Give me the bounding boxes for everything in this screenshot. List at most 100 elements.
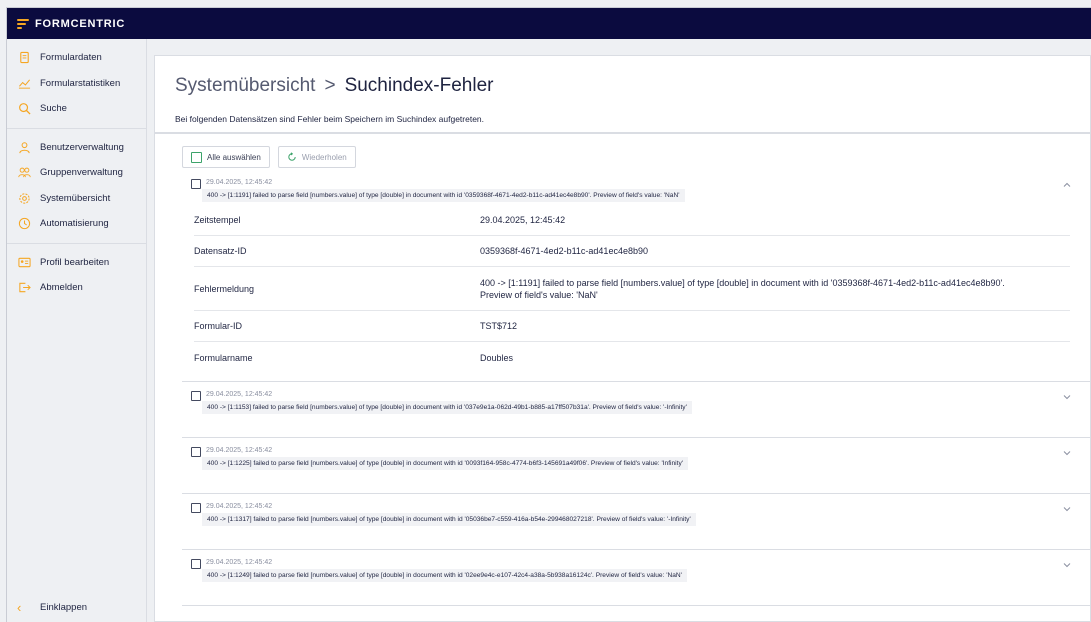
brand-name: FORMCENTRIC bbox=[35, 17, 126, 30]
page-subtitle: Bei folgenden Datensätzen sind Fehler be… bbox=[175, 114, 485, 124]
sidebar-item-label: Abmelden bbox=[40, 282, 83, 294]
error-entry-header[interactable]: 29.04.2025, 12:45:42 400 -> [1:1317] fai… bbox=[182, 494, 1090, 549]
error-entry-header[interactable]: 29.04.2025, 12:45:42 400 -> [1:1249] fai… bbox=[182, 550, 1090, 605]
gear-icon bbox=[17, 191, 31, 205]
detail-value: TST$712 bbox=[480, 321, 518, 331]
page-title-text: Suchindex-Fehler bbox=[344, 75, 494, 96]
sidebar: Formulardaten Formularstatistiken Suche bbox=[7, 39, 147, 622]
retry-label: Wiederholen bbox=[301, 152, 347, 162]
entry-message: 400 -> [1:1225] failed to parse field [n… bbox=[202, 457, 689, 470]
detail-row-form-id: Formular-ID TST$712 bbox=[194, 311, 1070, 342]
entry-message: 400 -> [1:1153] failed to parse field [n… bbox=[202, 401, 692, 414]
sidebar-item-label: Systemübersicht bbox=[40, 192, 111, 204]
detail-value: 29.04.2025, 12:45:42 bbox=[480, 215, 566, 225]
entry-checkbox[interactable] bbox=[191, 447, 201, 457]
logout-icon bbox=[17, 281, 31, 295]
refresh-icon bbox=[288, 152, 296, 161]
detail-row-timestamp: Zeitstempel 29.04.2025, 12:45:42 bbox=[194, 205, 1070, 236]
chevron-down-icon[interactable] bbox=[1062, 448, 1072, 458]
sidebar-item-label: Formularstatistiken bbox=[40, 77, 121, 89]
top-bar: FORMCENTRIC bbox=[7, 8, 1091, 39]
logo-mark-icon bbox=[17, 18, 29, 30]
page-title: Systemübersicht > Suchindex-Fehler bbox=[175, 75, 1090, 97]
entry-checkbox[interactable] bbox=[191, 391, 201, 401]
search-icon bbox=[17, 102, 31, 116]
chevron-down-icon[interactable] bbox=[1062, 392, 1072, 402]
entry-checkbox[interactable] bbox=[191, 559, 201, 569]
select-all-label: Alle auswählen bbox=[207, 152, 261, 162]
detail-label: Fehlermeldung bbox=[194, 283, 255, 294]
detail-value-line: 400 -> [1:1191] failed to parse field [n… bbox=[480, 277, 1005, 288]
entry-timestamp: 29.04.2025, 12:45:42 bbox=[206, 559, 273, 566]
detail-label: Datensatz-ID bbox=[194, 246, 247, 256]
nav-group-admin: Benutzerverwaltung Gruppenverwaltung Sys… bbox=[7, 129, 146, 244]
detail-value: 0359368f-4671-4ed2-b11c-ad41ec4e8b90 bbox=[480, 246, 648, 256]
chevron-down-icon[interactable] bbox=[1062, 504, 1072, 514]
error-entry: 29.04.2025, 12:45:42 400 -> [1:1153] fai… bbox=[182, 382, 1090, 438]
app-frame: FORMCENTRIC Formulardaten Formularstatis… bbox=[6, 7, 1091, 622]
error-entry: 29.04.2025, 12:45:42 400 -> [1:1225] fai… bbox=[182, 438, 1090, 494]
retry-button[interactable]: Wiederholen bbox=[277, 146, 356, 168]
entry-timestamp: 29.04.2025, 12:45:42 bbox=[206, 179, 273, 186]
entry-message: 400 -> [1:1249] failed to parse field [n… bbox=[202, 569, 687, 582]
sidebar-item-label: Automatisierung bbox=[40, 218, 109, 230]
entry-checkbox[interactable] bbox=[191, 179, 201, 189]
page-header: Systemübersicht > Suchindex-Fehler Bei f… bbox=[155, 56, 1090, 134]
detail-row-error-message: Fehlermeldung 400 -> [1:1191] failed to … bbox=[194, 267, 1070, 311]
entry-checkbox[interactable] bbox=[191, 503, 201, 513]
error-details: Zeitstempel 29.04.2025, 12:45:42 Datensa… bbox=[182, 205, 1090, 381]
sidebar-item-suche[interactable]: Suche bbox=[7, 96, 146, 122]
entry-timestamp: 29.04.2025, 12:45:42 bbox=[206, 391, 273, 398]
nav-group-forms: Formulardaten Formularstatistiken Suche bbox=[7, 39, 146, 129]
collapse-sidebar-button[interactable]: ‹ Einklappen bbox=[7, 596, 146, 618]
sidebar-item-label: Benutzerverwaltung bbox=[40, 141, 124, 153]
sidebar-item-benutzerverwaltung[interactable]: Benutzerverwaltung bbox=[7, 135, 146, 161]
detail-row-form-name: Formularname Doubles bbox=[194, 342, 1070, 373]
nav-group-profile: Profil bearbeiten Abmelden bbox=[7, 244, 146, 307]
group-icon bbox=[17, 166, 31, 180]
error-entry-header[interactable]: 29.04.2025, 12:45:42 400 -> [1:1225] fai… bbox=[182, 438, 1090, 493]
error-entry: 29.04.2025, 12:45:42 400 -> [1:1317] fai… bbox=[182, 494, 1090, 550]
detail-label: Formularname bbox=[194, 352, 253, 363]
breadcrumb-systemuebersicht[interactable]: Systemübersicht bbox=[175, 75, 315, 97]
sidebar-item-label: Suche bbox=[40, 103, 67, 115]
entry-message: 400 -> [1:1317] failed to parse field [n… bbox=[202, 513, 696, 526]
sidebar-item-automatisierung[interactable]: Automatisierung bbox=[7, 211, 146, 237]
sidebar-item-systemuebersicht[interactable]: Systemübersicht bbox=[7, 186, 146, 212]
error-entry-header[interactable]: 29.04.2025, 12:45:42 400 -> [1:1153] fai… bbox=[182, 382, 1090, 437]
sidebar-item-abmelden[interactable]: Abmelden bbox=[7, 275, 146, 301]
checkbox-icon bbox=[191, 151, 202, 163]
sidebar-item-label: Gruppenverwaltung bbox=[40, 167, 123, 179]
document-icon bbox=[17, 51, 31, 65]
error-entry: 29.04.2025, 12:45:42 400 -> [1:1249] fai… bbox=[182, 550, 1090, 606]
logo[interactable]: FORMCENTRIC bbox=[17, 18, 125, 30]
collapse-label: Einklappen bbox=[40, 601, 88, 613]
detail-value: Doubles bbox=[480, 352, 514, 363]
entry-timestamp: 29.04.2025, 12:45:42 bbox=[206, 447, 273, 454]
detail-label: Formular-ID bbox=[194, 321, 243, 331]
error-entry: 29.04.2025, 12:45:42 400 -> [1:1191] fai… bbox=[182, 170, 1090, 382]
detail-value-line: Preview of field's value: 'NaN' bbox=[480, 289, 598, 300]
sidebar-item-profil-bearbeiten[interactable]: Profil bearbeiten bbox=[7, 250, 146, 276]
entry-timestamp: 29.04.2025, 12:45:42 bbox=[206, 503, 273, 510]
select-all-button[interactable]: Alle auswählen bbox=[182, 146, 270, 168]
detail-row-record-id: Datensatz-ID 0359368f-4671-4ed2-b11c-ad4… bbox=[194, 236, 1070, 267]
sidebar-item-label: Profil bearbeiten bbox=[40, 256, 110, 268]
user-icon bbox=[17, 140, 31, 154]
chevron-down-icon[interactable] bbox=[1062, 560, 1072, 570]
chart-line-icon bbox=[17, 76, 31, 90]
breadcrumb-separator: > bbox=[324, 75, 336, 96]
sidebar-item-formularstatistiken[interactable]: Formularstatistiken bbox=[7, 71, 146, 97]
detail-label: Zeitstempel bbox=[194, 215, 241, 225]
clock-icon bbox=[17, 217, 31, 231]
chevron-left-icon: ‹ bbox=[17, 599, 22, 615]
id-card-icon bbox=[17, 255, 31, 269]
error-entry-header[interactable]: 29.04.2025, 12:45:42 400 -> [1:1191] fai… bbox=[182, 170, 1090, 205]
sidebar-item-gruppenverwaltung[interactable]: Gruppenverwaltung bbox=[7, 160, 146, 186]
toolbar: Alle auswählen Wiederholen bbox=[155, 134, 1090, 170]
detail-value: 400 -> [1:1191] failed to parse field [n… bbox=[480, 277, 1070, 301]
sidebar-item-label: Formulardaten bbox=[40, 52, 102, 64]
entry-message: 400 -> [1:1191] failed to parse field [n… bbox=[202, 189, 685, 202]
chevron-up-icon[interactable] bbox=[1062, 180, 1072, 190]
sidebar-item-formulardaten[interactable]: Formulardaten bbox=[7, 45, 146, 71]
